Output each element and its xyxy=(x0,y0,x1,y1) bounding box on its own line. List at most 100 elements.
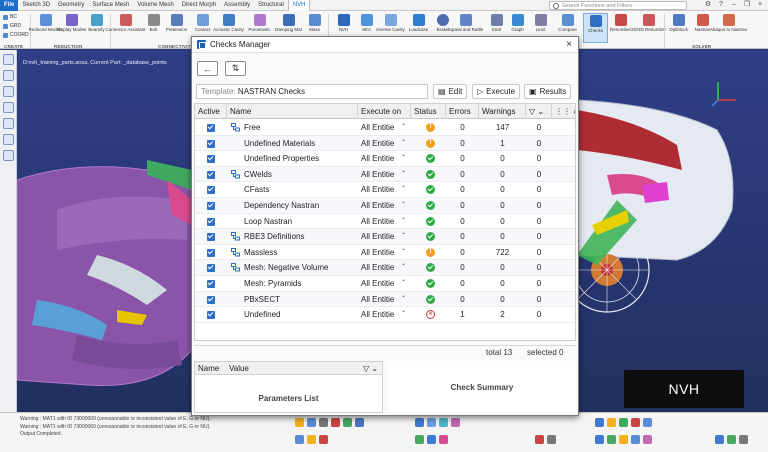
menu-tab-nvh[interactable]: NVH xyxy=(287,0,311,11)
tool-icon[interactable] xyxy=(547,435,556,444)
active-checkbox[interactable] xyxy=(207,139,215,148)
ribbon-button-connector-assistant[interactable]: Connector Assistant xyxy=(105,13,146,43)
chevron-down-icon[interactable]: ⌄ xyxy=(401,151,406,158)
tool-icon[interactable] xyxy=(643,418,652,427)
tool-icon[interactable] xyxy=(451,418,460,427)
close-button[interactable]: × xyxy=(566,39,572,51)
active-checkbox[interactable] xyxy=(207,170,215,179)
ribbon-button-2d3d-renumber[interactable]: 2D/3D Renumber xyxy=(631,13,666,43)
ribbon-button-renumber[interactable]: Renumber xyxy=(608,13,633,43)
chevron-down-icon[interactable]: ⌄ xyxy=(401,276,406,283)
column-execute-on[interactable]: Execute on xyxy=(358,104,411,119)
chevron-down-icon[interactable]: ⌄ xyxy=(401,167,406,174)
table-row[interactable]: UndefinedAll Entitie⌄120 xyxy=(195,307,575,323)
params-column-value[interactable]: Value xyxy=(229,362,249,375)
table-row[interactable]: Mesh: Pyramids All Entitie ⌄ 0 0 0 xyxy=(195,276,575,292)
column-active[interactable]: Active xyxy=(195,104,227,119)
dialog-titlebar[interactable]: Checks Manager × xyxy=(192,37,578,53)
menu-tab-assembly[interactable]: Assembly xyxy=(220,0,254,11)
sets-icon[interactable] xyxy=(2,118,14,129)
tool-icon[interactable] xyxy=(643,435,652,444)
tool-icon[interactable] xyxy=(295,435,304,444)
menu-tab-direct-morph[interactable]: Direct Morph xyxy=(178,0,220,11)
menu-tab-volume-mesh[interactable]: Volume Mesh xyxy=(133,0,177,11)
menu-tab-structural[interactable]: Structural xyxy=(254,0,288,11)
tool-icon[interactable] xyxy=(439,418,448,427)
table-row[interactable]: CFasts All Entitie ⌄ 0 0 0 xyxy=(195,182,575,198)
tool-icon[interactable] xyxy=(715,435,724,444)
menu-tab-sketch-3d[interactable]: Sketch 3D xyxy=(18,0,54,11)
tool-icon[interactable] xyxy=(427,418,436,427)
tool-icon[interactable] xyxy=(739,435,748,444)
column-options[interactable]: ⋮⋮ › xyxy=(552,104,575,119)
ribbon-button-abaqus-to-nastran[interactable]: Abaqus to Nastran xyxy=(710,13,747,43)
table-row[interactable]: PBxSECT All Entitie ⌄ 0 0 0 xyxy=(195,291,575,308)
ribbon-button-checks[interactable]: Checks xyxy=(583,13,608,43)
active-checkbox[interactable] xyxy=(207,202,215,210)
ribbon-button-pretension[interactable]: Pretension xyxy=(164,13,189,43)
ribbon-button-reduced-models[interactable]: Reduced Models xyxy=(29,13,62,43)
minimize-icon[interactable]: – xyxy=(730,1,738,9)
table-row[interactable]: Dependency Nastran All Entitie ⌄ 0 0 0 xyxy=(195,198,575,214)
help-icon[interactable]: ? xyxy=(717,1,725,9)
ribbon-small-grd[interactable]: GRD xyxy=(3,23,21,29)
params-column-name[interactable]: Name xyxy=(198,362,219,375)
column-status[interactable]: Status xyxy=(411,104,446,119)
tool-icon[interactable] xyxy=(607,435,616,444)
tool-icon[interactable] xyxy=(595,435,604,444)
tool-icon[interactable] xyxy=(319,418,328,427)
tool-icon[interactable] xyxy=(331,418,340,427)
tool-icon[interactable] xyxy=(415,418,424,427)
chevron-down-icon[interactable]: ⌄ xyxy=(401,307,406,314)
table-row[interactable]: Loop Nastran All Entitie ⌄ 0 0 0 xyxy=(195,214,575,230)
table-row[interactable]: CWelds All Entitie ⌄ 0 0 0 xyxy=(195,166,575,183)
ribbon-button-display-modes[interactable]: Display Modes xyxy=(57,13,86,43)
tool-icon[interactable] xyxy=(355,418,364,427)
active-checkbox[interactable] xyxy=(207,217,215,226)
chevron-down-icon[interactable]: ⌄ xyxy=(401,136,406,143)
active-checkbox[interactable] xyxy=(207,124,215,132)
ribbon-small-coord[interactable]: COORD xyxy=(3,32,29,38)
sort-button[interactable]: ⇅ xyxy=(225,61,246,76)
params-filter-icon[interactable]: ▽ ⌄ xyxy=(363,362,378,375)
active-checkbox[interactable] xyxy=(207,155,215,164)
search-input[interactable]: Search Functions and Filters xyxy=(549,1,687,10)
column-name[interactable]: Name xyxy=(227,104,358,119)
tool-icon[interactable] xyxy=(619,418,628,427)
chevron-down-icon[interactable]: ⌄ xyxy=(401,198,406,205)
chevron-down-icon[interactable]: ⌄ xyxy=(401,229,406,236)
table-row[interactable]: Undefined MaterialsAll Entitie⌄010 xyxy=(195,135,575,152)
back-button[interactable]: ← xyxy=(197,61,218,76)
parts-icon[interactable] xyxy=(2,70,14,81)
materials-icon[interactable] xyxy=(2,102,14,113)
table-row[interactable]: Undefined Properties All Entitie ⌄ 0 0 0 xyxy=(195,151,575,167)
chevron-down-icon[interactable]: ⌄ xyxy=(401,260,406,267)
tool-icon[interactable] xyxy=(631,435,640,444)
active-checkbox[interactable] xyxy=(207,233,215,242)
column-warnings[interactable]: Warnings xyxy=(479,104,526,119)
tool-icon[interactable] xyxy=(631,418,640,427)
focus-icon[interactable] xyxy=(295,418,304,427)
close-icon[interactable]: × xyxy=(756,1,764,9)
model-browser-icon[interactable] xyxy=(2,54,14,65)
properties-icon[interactable] xyxy=(2,86,14,97)
tool-icon[interactable] xyxy=(727,435,736,444)
chevron-down-icon[interactable]: ⌄ xyxy=(401,292,406,299)
template-field[interactable]: Template: NASTRAN Checks xyxy=(196,84,428,99)
active-checkbox[interactable] xyxy=(207,248,215,257)
tool-icon[interactable] xyxy=(619,435,628,444)
tool-icon[interactable] xyxy=(535,435,544,444)
restore-icon[interactable]: ❐ xyxy=(743,1,751,9)
menu-tab-surface-mesh[interactable]: Surface Mesh xyxy=(88,0,133,11)
ribbon-small-bc[interactable]: BC xyxy=(3,14,17,20)
chevron-down-icon[interactable]: ⌄ xyxy=(401,245,406,252)
settings-icon[interactable]: ⚙ xyxy=(704,1,712,9)
tool-icon[interactable] xyxy=(343,418,352,427)
chevron-down-icon[interactable]: ⌄ xyxy=(401,120,406,127)
column-errors[interactable]: Errors xyxy=(446,104,479,119)
chevron-down-icon[interactable]: ⌄ xyxy=(401,214,406,221)
menu-tab-geometry[interactable]: Geometry xyxy=(54,0,88,11)
visibility-icon[interactable] xyxy=(307,418,316,427)
table-row[interactable]: FreeAll Entitie⌄01470 xyxy=(195,120,575,136)
tool-icon[interactable] xyxy=(415,435,424,444)
